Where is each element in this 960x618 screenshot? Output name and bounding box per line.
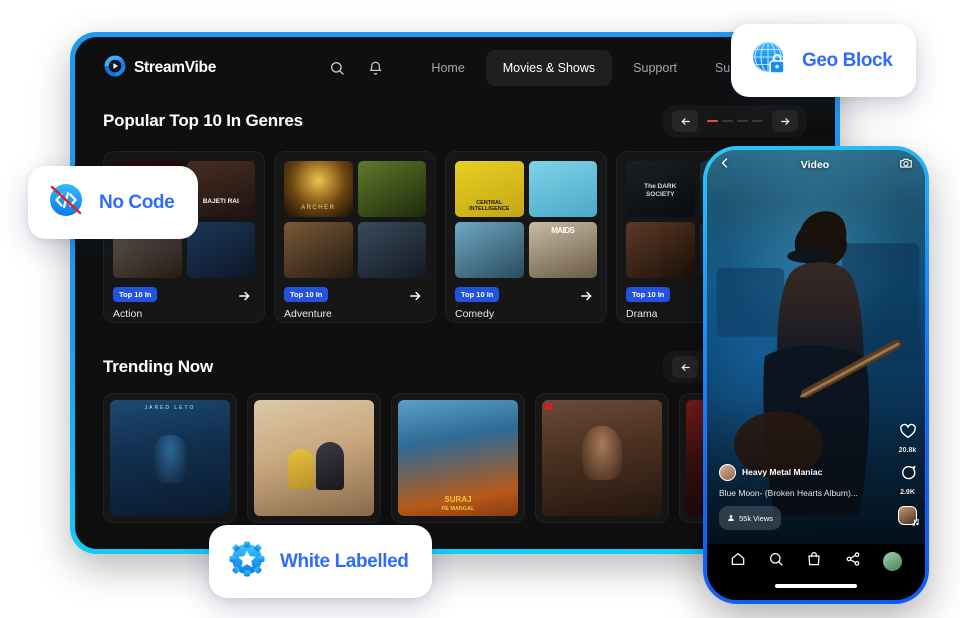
poster-thumb: MAIDS xyxy=(528,222,597,278)
poster-thumb: The DARK SOCIETY xyxy=(626,161,695,217)
nav-link-home[interactable]: Home xyxy=(414,50,481,86)
genre-badge: Top 10 In xyxy=(626,287,671,302)
bell-icon[interactable] xyxy=(358,51,392,85)
profile-avatar[interactable] xyxy=(882,551,902,571)
phone-header: Video xyxy=(707,150,925,180)
like-count: 20.8k xyxy=(898,447,917,454)
person-icon xyxy=(727,509,735,527)
poster-thumb xyxy=(284,222,353,278)
video-metadata: Heavy Metal Maniac Blue Moon- (Broken He… xyxy=(719,463,869,530)
arrow-right-icon[interactable] xyxy=(579,289,594,306)
brand-name: StreamVibe xyxy=(134,59,217,76)
views-badge: 55k Views xyxy=(719,506,782,530)
poster-thumb xyxy=(357,222,426,278)
feature-pill-geo-block[interactable]: Geo Block xyxy=(731,24,917,97)
genres-carousel-dots xyxy=(707,119,763,123)
nav-link-support[interactable]: Support xyxy=(616,50,694,86)
author-name: Heavy Metal Maniac xyxy=(742,467,823,478)
poster-thumb xyxy=(186,222,255,278)
feature-pill-label: White Labelled xyxy=(280,550,409,572)
like-button[interactable]: 20.8k xyxy=(899,422,917,454)
comment-button[interactable]: 2.9K xyxy=(899,464,917,496)
globe-lock-icon xyxy=(749,38,789,83)
heart-icon xyxy=(899,422,917,445)
page-title: Popular Top 10 In Genres xyxy=(103,111,303,130)
genre-badge: Top 10 In xyxy=(284,287,329,302)
feature-pill-label: No Code xyxy=(99,191,175,213)
arrow-right-icon[interactable] xyxy=(408,289,423,306)
trending-poster-item[interactable] xyxy=(247,393,381,523)
genre-badge: Top 10 In xyxy=(455,287,500,302)
poster-thumb: CENTRAL INTELLIGENCE xyxy=(455,161,524,217)
poster-art xyxy=(542,400,662,516)
genres-carousel-controls xyxy=(663,105,807,137)
comment-count: 2.9K xyxy=(900,489,915,496)
home-indicator xyxy=(775,584,857,588)
search-icon[interactable] xyxy=(768,551,784,572)
play-circle-logo-icon xyxy=(103,54,127,83)
genre-name: Action xyxy=(113,308,143,320)
brand-logo[interactable]: StreamVibe xyxy=(103,54,216,83)
mobile-app-frame: Video 20.8k 2.9K Heavy Metal Maniac Blue… xyxy=(703,146,929,604)
carousel-dot[interactable] xyxy=(737,119,748,123)
feature-pill-no-code[interactable]: No Code xyxy=(28,166,199,239)
video-author[interactable]: Heavy Metal Maniac xyxy=(719,463,869,481)
poster-grid: ARCHER xyxy=(284,161,426,278)
genres-section-header: Popular Top 10 In Genres xyxy=(75,105,835,137)
phone-bottom-nav xyxy=(707,544,925,600)
poster-thumb: ARCHER xyxy=(284,161,353,217)
poster-art: JARED LETO xyxy=(110,400,230,516)
poster-thumb xyxy=(528,161,597,217)
camera-icon[interactable] xyxy=(899,156,913,175)
poster-grid: CENTRAL INTELLIGENCE MAIDS xyxy=(455,161,597,278)
genre-badge: Top 10 In xyxy=(113,287,158,302)
video-title: Blue Moon- (Broken Hearts Album)... xyxy=(719,487,858,498)
chevron-left-icon[interactable] xyxy=(719,156,731,174)
audio-track-button[interactable] xyxy=(898,506,919,526)
home-icon[interactable] xyxy=(730,551,746,572)
genres-next-button[interactable] xyxy=(772,110,798,132)
poster-art: SURAJ PE MANGAL xyxy=(398,400,518,516)
star-badge-icon xyxy=(227,539,267,584)
search-icon[interactable] xyxy=(320,51,354,85)
genre-card-comedy[interactable]: CENTRAL INTELLIGENCE MAIDS Top 10 In Come… xyxy=(445,151,607,323)
nav-link-movies-shows[interactable]: Movies & Shows xyxy=(485,50,613,86)
mobile-app-screen: Video 20.8k 2.9K Heavy Metal Maniac Blue… xyxy=(707,150,925,600)
carousel-dot[interactable] xyxy=(722,119,733,123)
section-title-trending: Trending Now xyxy=(103,357,213,376)
shopping-bag-icon[interactable] xyxy=(806,551,822,572)
genre-name: Adventure xyxy=(284,308,332,320)
genres-prev-button[interactable] xyxy=(672,110,698,132)
feature-pill-white-labelled[interactable]: White Labelled xyxy=(209,525,433,598)
avatar xyxy=(719,463,736,481)
poster-thumb xyxy=(626,222,695,278)
share-icon[interactable] xyxy=(845,551,861,572)
poster-art xyxy=(254,400,374,516)
phone-screen-title: Video xyxy=(800,159,830,171)
trending-poster-item[interactable]: JARED LETO xyxy=(103,393,237,523)
audio-profile-icon xyxy=(898,506,919,526)
carousel-dot[interactable] xyxy=(707,119,718,123)
comment-icon xyxy=(899,464,917,487)
trending-prev-button[interactable] xyxy=(672,356,698,378)
app-header: StreamVibe Home Movies & Shows Support xyxy=(75,37,835,99)
poster-thumb xyxy=(455,222,524,278)
trending-poster-item[interactable]: SURAJ PE MANGAL xyxy=(391,393,525,523)
video-reactions-rail: 20.8k 2.9K xyxy=(898,422,919,532)
arrow-right-icon[interactable] xyxy=(237,289,252,306)
code-slash-blocked-icon xyxy=(46,180,86,225)
views-count: 55k Views xyxy=(739,513,774,523)
carousel-dot[interactable] xyxy=(752,119,763,123)
video-player-background[interactable] xyxy=(707,150,925,600)
poster-thumb xyxy=(357,161,426,217)
genre-name: Comedy xyxy=(455,308,495,320)
feature-pill-label: Geo Block xyxy=(802,49,893,71)
genre-card-adventure[interactable]: ARCHER Top 10 In Adventure xyxy=(274,151,436,323)
trending-poster-item[interactable] xyxy=(535,393,669,523)
